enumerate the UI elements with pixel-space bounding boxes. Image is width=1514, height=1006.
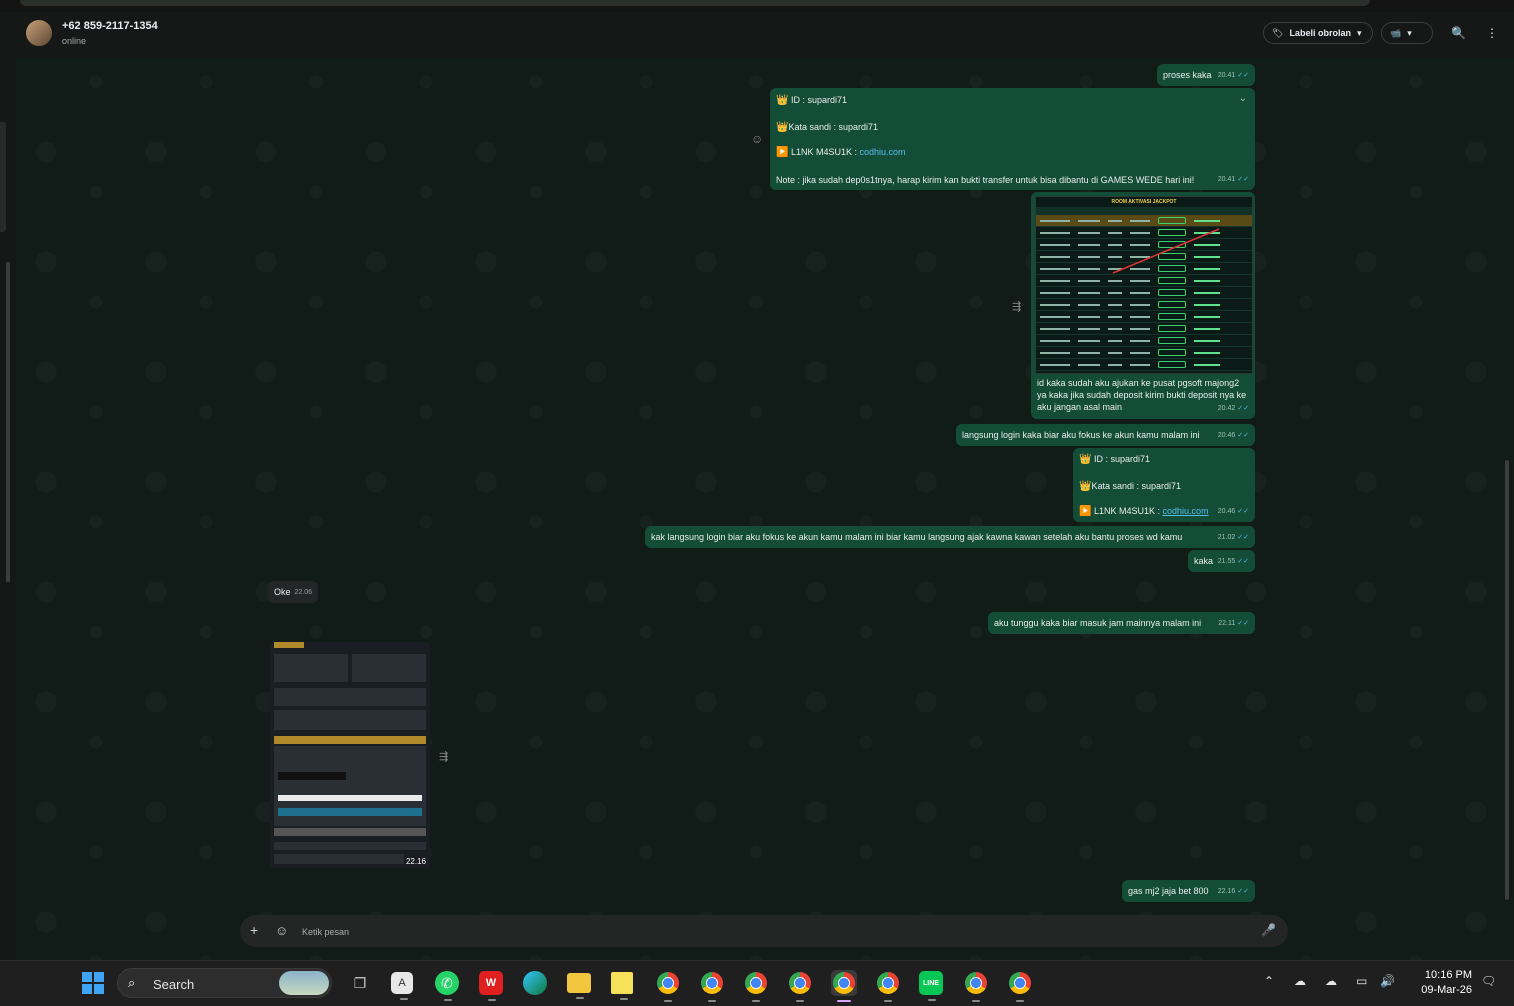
crown-icon: 👑 bbox=[1079, 454, 1092, 465]
forward-icon[interactable]: ⇶ bbox=[1012, 300, 1021, 313]
message-outgoing[interactable]: proses kaka 20.41 ✓✓ bbox=[1157, 64, 1255, 86]
chat-background bbox=[16, 12, 1514, 960]
volume-icon[interactable]: 🔊 bbox=[1380, 974, 1395, 988]
play-icon: ▶️ bbox=[1079, 506, 1092, 517]
message-outgoing[interactable]: 👑 ID : supardi71 👑Kata sandi : supardi71… bbox=[770, 88, 1255, 190]
chat-scrollbar[interactable] bbox=[1505, 460, 1509, 900]
left-scrollbar[interactable] bbox=[6, 262, 10, 582]
chrome-icon-active[interactable] bbox=[831, 970, 857, 1002]
emoji-icon[interactable]: ☺ bbox=[275, 923, 288, 938]
window-top-strip bbox=[0, 0, 1514, 12]
contact-status: online bbox=[62, 36, 87, 46]
left-rail bbox=[0, 12, 16, 960]
chrome-icon[interactable] bbox=[1007, 970, 1033, 1002]
more-options-icon[interactable]: ⋮ bbox=[1486, 26, 1498, 40]
chrome-icon[interactable] bbox=[963, 970, 989, 1002]
clock[interactable]: 10:16 PM 09-Mar-26 bbox=[1410, 968, 1472, 998]
search-highlight-image bbox=[279, 971, 329, 995]
message-composer: + ☺ 🎤 bbox=[240, 915, 1288, 947]
red-arrow bbox=[1112, 228, 1220, 274]
contact-name[interactable]: +62 859-2117-1354 bbox=[62, 20, 158, 32]
chrome-icon[interactable] bbox=[875, 970, 901, 1002]
chrome-icon[interactable] bbox=[655, 970, 681, 1002]
notification-icon[interactable]: 🗨 bbox=[1481, 974, 1496, 988]
video-call-button[interactable]: 📹 ▾ bbox=[1381, 22, 1433, 44]
message-outgoing-image[interactable]: ROOM AKTIVASI JACKPOT id kaka sudah aku … bbox=[1031, 192, 1255, 419]
search-icon[interactable]: 🔍 bbox=[1451, 26, 1466, 40]
line-app-icon[interactable]: LINE bbox=[919, 971, 943, 1001]
read-receipt-icon: ✓✓ bbox=[1237, 620, 1249, 627]
message-incoming[interactable]: Oke 22.06 bbox=[268, 581, 318, 603]
message-outgoing[interactable]: langsung login kaka biar aku fokus ke ak… bbox=[956, 424, 1255, 446]
chevron-down-icon: ▾ bbox=[1356, 27, 1362, 38]
message-outgoing[interactable]: 👑 ID : supardi71 👑Kata sandi : supardi71… bbox=[1073, 448, 1255, 522]
chat-header: +62 859-2117-1354 online 🏷 Labeli obrola… bbox=[16, 12, 1514, 58]
tray-app-icon[interactable]: ☁ bbox=[1294, 974, 1306, 988]
link[interactable]: codhiu.com bbox=[860, 147, 906, 157]
message-input[interactable] bbox=[300, 923, 1204, 941]
incoming-screenshot-image[interactable]: 22.16 bbox=[270, 642, 430, 868]
emoji-react-icon[interactable]: ☺ bbox=[751, 132, 763, 146]
message-outgoing[interactable]: aku tunggu kaka biar masuk jam mainnya m… bbox=[988, 612, 1255, 634]
message-outgoing[interactable]: kaka 21.55 ✓✓ bbox=[1188, 550, 1255, 572]
taskbar-search[interactable]: ⌕ Search bbox=[117, 968, 332, 998]
wps-office-icon[interactable]: W bbox=[479, 971, 503, 1001]
read-receipt-icon: ✓✓ bbox=[1237, 534, 1249, 541]
file-explorer-icon[interactable] bbox=[567, 973, 591, 999]
chevron-up-icon[interactable]: ⌃ bbox=[1264, 974, 1274, 988]
windows-taskbar: ⌕ Search ❐ A ✆ W LINE ⌃ ☁ ☁ ▭ 🔊 10:16 PM… bbox=[0, 960, 1514, 1006]
message-outgoing[interactable]: kak langsung login biar aku fokus ke aku… bbox=[645, 526, 1255, 548]
read-receipt-icon: ✓✓ bbox=[1237, 508, 1249, 515]
read-receipt-icon: ✓✓ bbox=[1237, 405, 1249, 412]
read-receipt-icon: ✓✓ bbox=[1237, 888, 1249, 895]
play-icon: ▶️ bbox=[776, 147, 789, 158]
read-receipt-icon: ✓✓ bbox=[1237, 176, 1249, 183]
forward-icon[interactable]: ⇶ bbox=[439, 750, 448, 763]
edge-icon[interactable] bbox=[523, 971, 547, 995]
read-receipt-icon: ✓✓ bbox=[1237, 558, 1249, 565]
message-outgoing[interactable]: gas mj2 jaja bet 800 22.16 ✓✓ bbox=[1122, 880, 1255, 902]
app-icon-a[interactable]: A bbox=[391, 972, 413, 1000]
crown-icon: 👑 bbox=[776, 122, 789, 133]
video-call-icon: 📹 bbox=[1390, 27, 1402, 38]
chrome-icon[interactable] bbox=[699, 970, 725, 1002]
chrome-icon[interactable] bbox=[743, 970, 769, 1002]
whatsapp-icon[interactable]: ✆ bbox=[435, 971, 459, 1001]
crown-icon: 👑 bbox=[776, 95, 789, 106]
chrome-icon[interactable] bbox=[787, 970, 813, 1002]
sticky-notes-icon[interactable] bbox=[611, 972, 633, 1000]
label-chat-button[interactable]: 🏷 Labeli obrolan ▾ bbox=[1263, 22, 1373, 44]
microphone-icon[interactable]: 🎤 bbox=[1261, 923, 1276, 937]
crown-icon: 👑 bbox=[1079, 481, 1092, 492]
link[interactable]: codhiu.com bbox=[1163, 506, 1209, 516]
jackpot-image[interactable]: ROOM AKTIVASI JACKPOT bbox=[1035, 196, 1253, 374]
search-icon: ⌕ bbox=[128, 975, 136, 990]
onedrive-icon[interactable]: ☁ bbox=[1325, 974, 1337, 988]
task-view-icon[interactable]: ❐ bbox=[347, 970, 373, 996]
windows-start-icon[interactable] bbox=[80, 970, 106, 996]
chevron-down-icon[interactable]: ⌄ bbox=[1239, 93, 1247, 105]
display-icon[interactable]: ▭ bbox=[1356, 974, 1367, 988]
attach-plus-icon[interactable]: + bbox=[250, 922, 258, 938]
avatar[interactable] bbox=[26, 20, 52, 46]
read-receipt-icon: ✓✓ bbox=[1237, 72, 1249, 79]
label-icon: 🏷 bbox=[1272, 27, 1284, 38]
read-receipt-icon: ✓✓ bbox=[1237, 432, 1249, 439]
chevron-down-icon: ▾ bbox=[1407, 27, 1412, 38]
